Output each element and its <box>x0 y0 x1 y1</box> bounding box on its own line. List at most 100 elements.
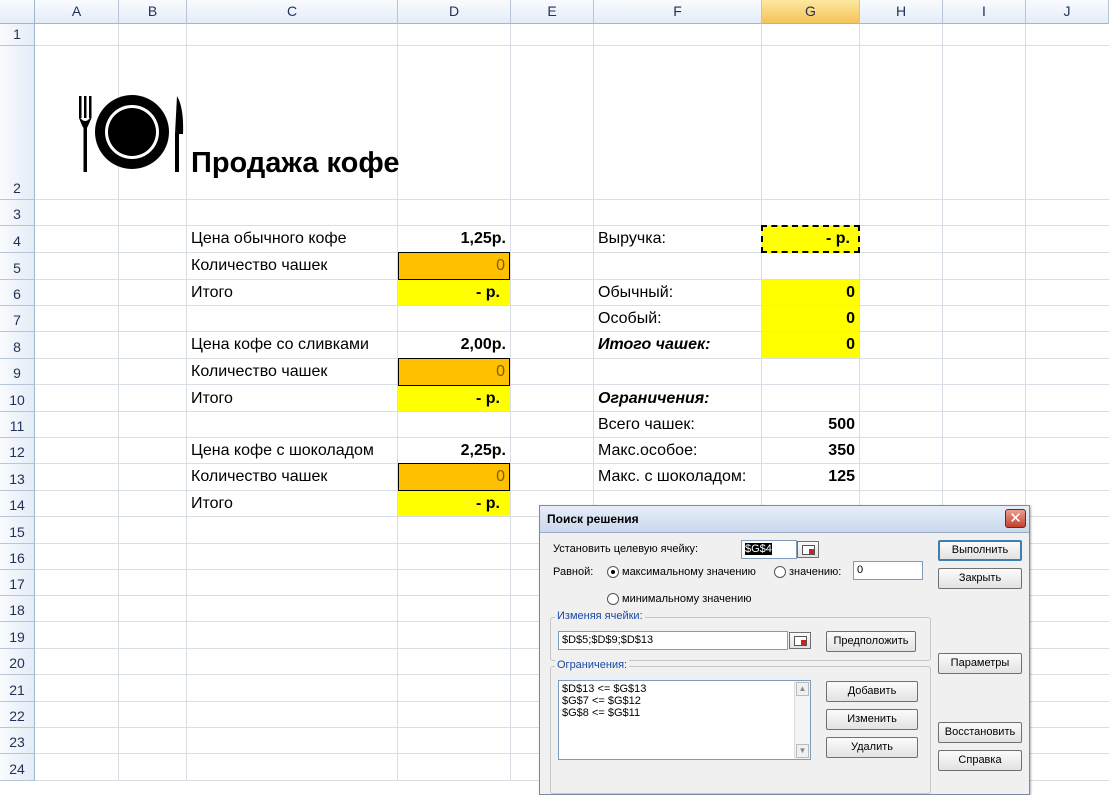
cell-c10[interactable]: Итого <box>187 386 398 411</box>
row-header-15[interactable]: 15 <box>0 517 35 544</box>
close-icon[interactable]: ✕ <box>1005 509 1026 528</box>
cell-g13[interactable]: 125 <box>762 464 859 490</box>
help-button[interactable]: Справка <box>938 750 1022 771</box>
row-header-23[interactable]: 23 <box>0 728 35 754</box>
column-header-g[interactable]: G <box>762 0 860 24</box>
cell-c5[interactable]: Количество чашек <box>187 253 398 279</box>
min-radio[interactable] <box>607 593 619 605</box>
row-header-5[interactable]: 5 <box>0 253 35 280</box>
list-item[interactable]: $D$13 <= $G$13 <box>562 683 807 695</box>
delete-button[interactable]: Удалить <box>826 737 918 758</box>
max-radio[interactable] <box>607 566 619 578</box>
row-header-1[interactable]: 1 <box>0 24 35 46</box>
list-item[interactable]: $G$7 <= $G$12 <box>562 695 807 707</box>
solver-dialog[interactable]: Поиск решения ✕ Установить целевую ячейк… <box>539 505 1030 795</box>
row-header-18[interactable]: 18 <box>0 596 35 622</box>
reset-button[interactable]: Восстановить <box>938 722 1022 743</box>
row-header-4[interactable]: 4 <box>0 226 35 253</box>
row-header-24[interactable]: 24 <box>0 754 35 781</box>
cell-f8[interactable]: Итого чашек: <box>594 332 761 358</box>
row-header-13[interactable]: 13 <box>0 464 35 491</box>
cell-g6[interactable]: 0 <box>762 280 859 305</box>
cell-g4[interactable]: - р. <box>761 225 860 253</box>
column-header-d[interactable]: D <box>398 0 511 24</box>
cell-f7[interactable]: Особый: <box>594 306 761 331</box>
row-header-8[interactable]: 8 <box>0 332 35 359</box>
cell-c12[interactable]: Цена кофе с шоколадом <box>187 438 398 463</box>
constraints-scrollbar[interactable]: ▲ ▼ <box>794 681 810 759</box>
column-header-b[interactable]: B <box>119 0 187 24</box>
cell-c8[interactable]: Цена кофе со сливками <box>187 332 398 358</box>
column-header-i[interactable]: I <box>943 0 1026 24</box>
cell-d6[interactable]: - р. <box>398 280 510 305</box>
row-header-12[interactable]: 12 <box>0 438 35 464</box>
row-header-22[interactable]: 22 <box>0 702 35 728</box>
cell-c9[interactable]: Количество чашек <box>187 359 398 384</box>
cell-f13[interactable]: Макс. с шоколадом: <box>594 464 761 490</box>
cell-d5[interactable]: 0 <box>398 252 510 280</box>
row-header-11[interactable]: 11 <box>0 412 35 438</box>
row-header-14[interactable]: 14 <box>0 491 35 517</box>
cell-d4[interactable]: 1,25р. <box>398 226 510 252</box>
row-header-2[interactable]: 2 <box>0 46 35 200</box>
row-header-17[interactable]: 17 <box>0 570 35 596</box>
cell-d12[interactable]: 2,25р. <box>398 438 510 463</box>
constraints-list[interactable]: $D$13 <= $G$13 $G$7 <= $G$12 $G$8 <= $G$… <box>558 680 811 760</box>
changing-cells-collapse-button[interactable] <box>789 632 811 649</box>
row-header-3[interactable]: 3 <box>0 200 35 226</box>
value-radio[interactable] <box>774 566 786 578</box>
cell-d13[interactable]: 0 <box>398 463 510 491</box>
column-header-f[interactable]: F <box>594 0 762 24</box>
row-header-6[interactable]: 6 <box>0 280 35 306</box>
cell-c13[interactable]: Количество чашек <box>187 464 398 490</box>
change-button[interactable]: Изменить <box>826 709 918 730</box>
guess-button[interactable]: Предположить <box>826 631 916 652</box>
min-radio-label[interactable]: минимальному значению <box>622 593 752 605</box>
cell-f12[interactable]: Макс.особое: <box>594 438 761 463</box>
row-header-9[interactable]: 9 <box>0 359 35 385</box>
cell-c6[interactable]: Итого <box>187 280 398 305</box>
options-button[interactable]: Параметры <box>938 653 1022 674</box>
cell-f4[interactable]: Выручка: <box>594 226 761 252</box>
changing-cells-input[interactable]: $D$5;$D$9;$D$13 <box>558 631 788 650</box>
scroll-down-icon[interactable]: ▼ <box>796 744 809 758</box>
row-header-7[interactable]: 7 <box>0 306 35 332</box>
cell-f10[interactable]: Ограничения: <box>594 386 761 411</box>
cell-g11[interactable]: 500 <box>762 412 859 437</box>
cell-d9[interactable]: 0 <box>398 358 510 386</box>
row-header-19[interactable]: 19 <box>0 622 35 649</box>
cell-c14[interactable]: Итого <box>187 491 398 516</box>
column-header-a[interactable]: A <box>35 0 119 24</box>
target-cell-input[interactable]: $G$4 <box>741 540 797 559</box>
dialog-titlebar[interactable]: Поиск решения ✕ <box>540 506 1029 533</box>
column-header-e[interactable]: E <box>511 0 594 24</box>
cell-f6[interactable]: Обычный: <box>594 280 761 305</box>
row-header-10[interactable]: 10 <box>0 385 35 412</box>
cell-d8[interactable]: 2,00р. <box>398 332 510 358</box>
target-cell-value: $G$4 <box>745 543 772 555</box>
value-radio-label[interactable]: значению: <box>789 566 841 578</box>
cell-d14[interactable]: - р. <box>398 491 510 516</box>
cell-g12[interactable]: 350 <box>762 438 859 463</box>
cell-c4[interactable]: Цена обычного кофе <box>187 226 398 252</box>
cell-g8[interactable]: 0 <box>762 332 859 358</box>
add-button[interactable]: Добавить <box>826 681 918 702</box>
select-all-corner[interactable] <box>0 0 35 24</box>
column-header-c[interactable]: C <box>187 0 398 24</box>
close-button[interactable]: Закрыть <box>938 568 1022 589</box>
column-header-j[interactable]: J <box>1026 0 1109 24</box>
list-item[interactable]: $G$8 <= $G$11 <box>562 707 807 719</box>
column-header-h[interactable]: H <box>860 0 943 24</box>
row-header-20[interactable]: 20 <box>0 649 35 675</box>
cell-f11[interactable]: Всего чашек: <box>594 412 761 437</box>
row-header-16[interactable]: 16 <box>0 544 35 570</box>
scroll-up-icon[interactable]: ▲ <box>796 682 809 696</box>
row-header-21[interactable]: 21 <box>0 675 35 702</box>
plate-cutlery-icon <box>79 95 184 172</box>
cell-d10[interactable]: - р. <box>398 386 510 411</box>
max-radio-label[interactable]: максимальному значению <box>622 566 756 578</box>
target-cell-collapse-button[interactable] <box>797 541 819 558</box>
value-input[interactable]: 0 <box>853 561 923 580</box>
solve-button[interactable]: Выполнить <box>938 540 1022 561</box>
cell-g7[interactable]: 0 <box>762 306 859 331</box>
